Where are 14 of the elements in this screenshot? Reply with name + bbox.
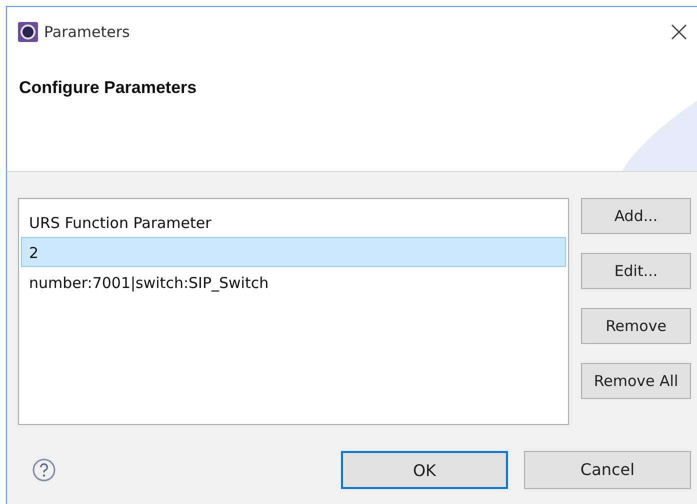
dialog-button[interactable]: Cancel bbox=[524, 451, 691, 489]
action-button[interactable]: Remove bbox=[581, 308, 691, 344]
app-icon bbox=[18, 22, 38, 42]
action-button[interactable]: Remove All bbox=[581, 363, 691, 399]
window-title: Parameters bbox=[44, 22, 130, 43]
dialog-heading: Configure Parameters bbox=[19, 77, 198, 99]
action-button[interactable]: Add... bbox=[581, 198, 691, 234]
list-item[interactable]: URS Function Parameter bbox=[21, 207, 566, 237]
list-item[interactable]: number:7001|switch:SIP_Switch bbox=[21, 267, 566, 297]
help-icon[interactable] bbox=[32, 458, 56, 482]
dialog-button[interactable]: OK bbox=[341, 451, 508, 489]
close-icon[interactable] bbox=[671, 24, 687, 40]
list-item[interactable]: 2 bbox=[21, 237, 566, 267]
action-button[interactable]: Edit... bbox=[581, 253, 691, 289]
